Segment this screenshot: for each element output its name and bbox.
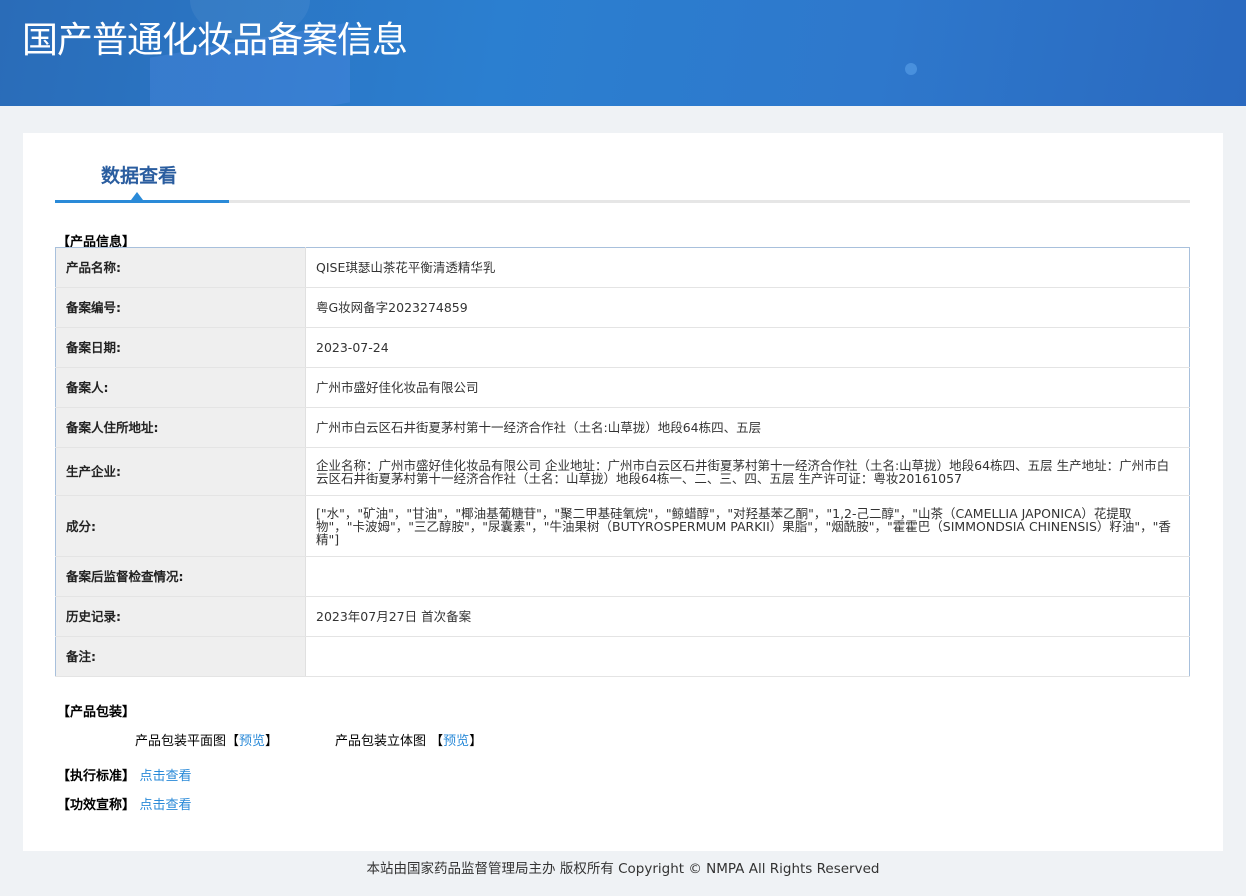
banner-decoration [905,63,917,75]
row-label: 备案人住所地址: [55,407,306,448]
row-value: 企业名称：广州市盛好佳化妆品有限公司 企业地址：广州市白云区石井街夏茅村第十一经… [305,447,1190,496]
row-value: ["水"，"矿油"，"甘油"，"椰油基葡糖苷"，"聚二甲基硅氧烷"，"鲸蜡醇"，… [305,495,1190,557]
table-row: 备案编号: 粤G妆网备字2023274859 [55,287,1190,328]
table-row: 备注: [55,636,1190,677]
bracket: 】 [469,734,483,749]
content-card: 数据查看 【产品信息】 产品名称: QISE琪瑟山茶花平衡清透精华乳 备案编号: 粤G… [23,133,1223,851]
table-row: 备案人住所地址: 广州市白云区石井街夏茅村第十一经济合作社（土名:山草拢）地段64… [55,407,1190,448]
row-value: QISE琪瑟山茶花平衡清透精华乳 [305,247,1190,288]
active-tab-indicator [55,200,229,203]
bracket: 】 [265,734,279,749]
standard-heading: 【执行标准】 [57,769,136,784]
bracket: 【 [226,734,240,749]
row-label: 备案日期: [55,327,306,368]
table-row: 备案后监督检查情况: [55,556,1190,597]
table-row: 备案日期: 2023-07-24 [55,327,1190,368]
bracket: 【 [430,734,444,749]
footer-copyright: 本站由国家药品监督管理局主办 版权所有 Copyright © NMPA All… [366,861,880,877]
row-value: 粤G妆网备字2023274859 [305,287,1190,328]
row-value [305,556,1190,597]
packaging-heading: 【产品包装】 [57,705,136,720]
product-info-table: 产品名称: QISE琪瑟山茶花平衡清透精华乳 备案编号: 粤G妆网备字20232748… [55,247,1190,677]
row-value: 广州市盛好佳化妆品有限公司 [305,367,1190,408]
page-title: 国产普通化妆品备案信息 [22,20,408,61]
row-value: 2023-07-24 [305,327,1190,368]
triangle-pointer-icon [131,192,143,200]
flat-package-label: 产品包装平面图 [135,734,227,749]
tab-data-view[interactable]: 数据查看 [101,161,177,188]
claims-heading: 【功效宣称】 [57,798,136,813]
row-label: 备案后监督检查情况: [55,556,306,597]
tab-underline [55,192,1190,203]
row-value [305,636,1190,677]
table-row: 生产企业: 企业名称：广州市盛好佳化妆品有限公司 企业地址：广州市白云区石井街夏茅… [55,447,1190,496]
claims-view-link[interactable]: 点击查看 [140,798,192,813]
flat-package-item: 产品包装平面图【预览】 [135,730,278,749]
table-row: 产品名称: QISE琪瑟山茶花平衡清透精华乳 [55,247,1190,288]
standard-view-link[interactable]: 点击查看 [140,769,192,784]
standard-item: 【执行标准】 点击查看 [57,765,192,784]
3d-package-label: 产品包装立体图 [335,734,427,749]
table-row: 历史记录: 2023年07月27日 首次备案 [55,596,1190,637]
row-label: 备案人: [55,367,306,408]
row-label: 产品名称: [55,247,306,288]
3d-package-item: 产品包装立体图 【预览】 [335,730,482,749]
table-row: 成分: ["水"，"矿油"，"甘油"，"椰油基葡糖苷"，"聚二甲基硅氧烷"，"鲸蜡… [55,495,1190,557]
row-label: 成分: [55,495,306,557]
header-banner: 国产普通化妆品备案信息 [0,0,1246,106]
flat-package-preview-link[interactable]: 预览 [239,734,265,749]
row-value: 2023年07月27日 首次备案 [305,596,1190,637]
row-value: 广州市白云区石井街夏茅村第十一经济合作社（土名:山草拢）地段64栋四、五层 [305,407,1190,448]
row-label: 历史记录: [55,596,306,637]
3d-package-preview-link[interactable]: 预览 [443,734,469,749]
row-label: 备案编号: [55,287,306,328]
claims-item: 【功效宣称】 点击查看 [57,794,192,813]
row-label: 备注: [55,636,306,677]
table-row: 备案人: 广州市盛好佳化妆品有限公司 [55,367,1190,408]
row-label: 生产企业: [55,447,306,496]
